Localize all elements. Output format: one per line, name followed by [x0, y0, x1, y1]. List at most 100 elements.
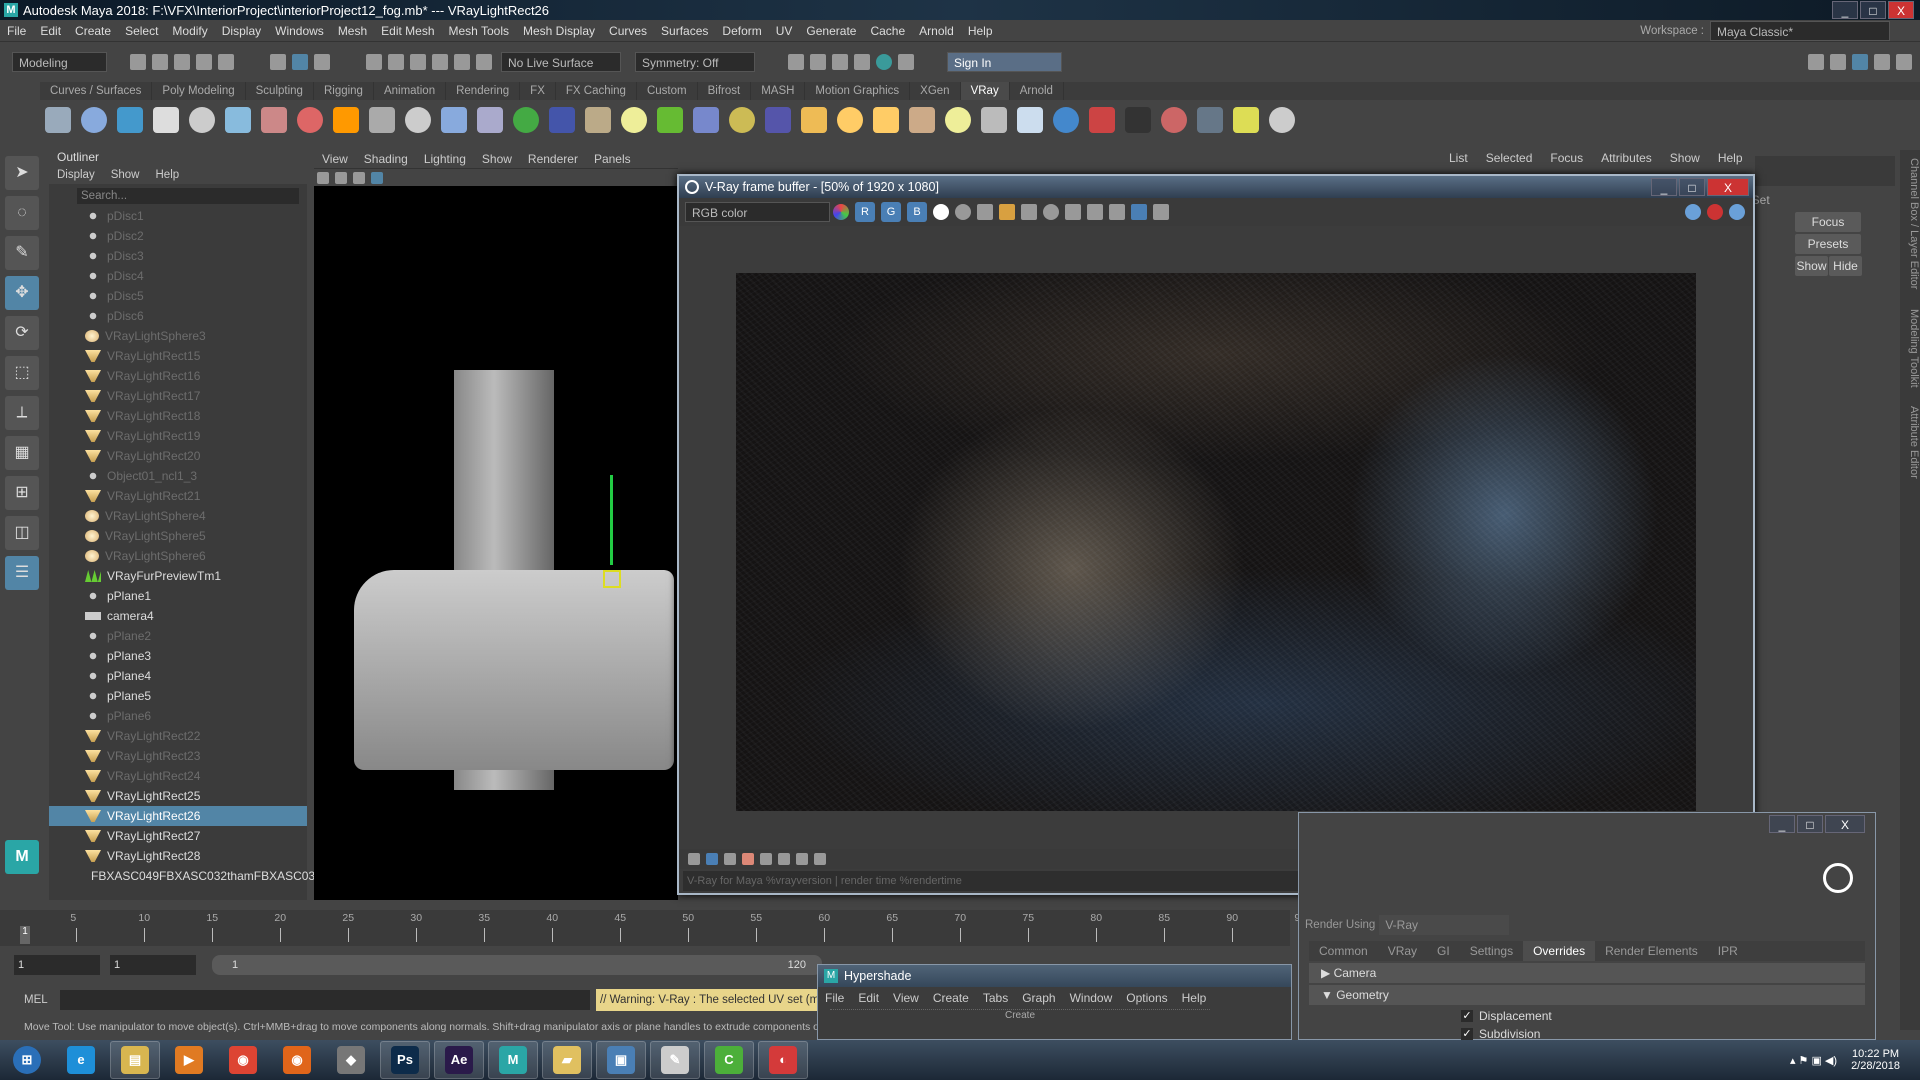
duplicate-icon[interactable]	[1065, 204, 1081, 220]
render-frame-icon[interactable]	[810, 54, 826, 70]
attr-menu-help[interactable]: Help	[1718, 151, 1743, 165]
viewport-menu-renderer[interactable]: Renderer	[528, 152, 578, 166]
grid-icon[interactable]	[335, 171, 347, 184]
vray-shelf-tool-icon[interactable]	[549, 107, 575, 133]
menu-surfaces[interactable]: Surfaces	[654, 24, 715, 38]
select-component-icon[interactable]	[314, 54, 330, 70]
outliner-item[interactable]: VRayLightRect20	[49, 446, 307, 466]
vray-shelf-tool-icon[interactable]	[405, 107, 431, 133]
vray-shelf-tool-icon[interactable]	[45, 107, 71, 133]
hypershade-menu-window[interactable]: Window	[1070, 987, 1113, 1009]
region-render-icon[interactable]	[1109, 204, 1125, 220]
vray-shelf-tool-icon[interactable]	[729, 107, 755, 133]
pause-icon[interactable]	[898, 54, 914, 70]
menu-display[interactable]: Display	[215, 24, 268, 38]
save-scene-icon[interactable]	[174, 54, 190, 70]
sign-in-button[interactable]: Sign In	[947, 52, 1062, 72]
taskbar-screen-app[interactable]: ▣	[596, 1041, 646, 1079]
taskbar-paint-app[interactable]: ✎	[650, 1041, 700, 1079]
render-settings-icon[interactable]	[854, 54, 870, 70]
vray-shelf-tool-icon[interactable]	[585, 107, 611, 133]
red-channel-button[interactable]: R	[855, 202, 875, 222]
checkbox-displacement[interactable]: ✓ Displacement	[1461, 1007, 1875, 1025]
outliner-item[interactable]: VRayLightSphere6	[49, 546, 307, 566]
menu-create[interactable]: Create	[68, 24, 118, 38]
menu-mesh-tools[interactable]: Mesh Tools	[442, 24, 516, 38]
shelf-tab-rendering[interactable]: Rendering	[446, 82, 521, 100]
clear-image-icon[interactable]	[1021, 204, 1037, 220]
vfb-minimize-button[interactable]: _	[1651, 178, 1677, 196]
shelf-tab-custom[interactable]: Custom	[637, 82, 698, 100]
vray-shelf-tool-icon[interactable]	[621, 107, 647, 133]
lens-effects-icon[interactable]	[706, 853, 718, 865]
shelf-tab-animation[interactable]: Animation	[374, 82, 447, 100]
two-view-icon[interactable]: ◫	[5, 516, 39, 550]
checkbox-checked[interactable]: ✓	[1461, 1028, 1473, 1040]
menu-arnold[interactable]: Arnold	[912, 24, 961, 38]
shelf-tab-mash[interactable]: MASH	[751, 82, 806, 100]
channel-box-icon[interactable]	[1896, 54, 1912, 70]
hypershade-menu-file[interactable]: File	[825, 987, 844, 1009]
outliner-item[interactable]: VRayLightRect24	[49, 766, 307, 786]
shelf-tab-fx[interactable]: FX	[520, 82, 556, 100]
rotate-tool-icon[interactable]: ⟳	[5, 316, 39, 350]
outliner-item[interactable]: VRayLightRect28	[49, 846, 307, 866]
outliner-item[interactable]: VRayLightSphere3	[49, 326, 307, 346]
menu-mesh-display[interactable]: Mesh Display	[516, 24, 602, 38]
green-channel-button[interactable]: G	[881, 202, 901, 222]
close-button[interactable]: X	[1888, 1, 1914, 19]
attr-menu-focus[interactable]: Focus	[1550, 151, 1583, 165]
select-hierarchy-icon[interactable]	[270, 54, 286, 70]
follow-mouse-icon[interactable]	[1087, 204, 1103, 220]
outliner-menu-help[interactable]: Help	[156, 169, 180, 181]
menu-file[interactable]: File	[0, 24, 33, 38]
hypershade-menu-create[interactable]: Create	[933, 987, 969, 1009]
taskbar-chrome[interactable]: ◉	[218, 1041, 268, 1079]
render-icon[interactable]	[1729, 204, 1745, 220]
render-using-dropdown[interactable]: V-Ray	[1379, 915, 1510, 935]
ipr-render-icon[interactable]	[832, 54, 848, 70]
hypershade-menu-edit[interactable]: Edit	[858, 987, 879, 1009]
tab-ipr[interactable]: IPR	[1708, 941, 1748, 961]
menu-cache[interactable]: Cache	[863, 24, 912, 38]
tab-attribute-editor[interactable]: Attribute Editor	[1908, 406, 1920, 479]
outliner-layout-icon[interactable]: ☰	[5, 556, 39, 590]
menu-generate[interactable]: Generate	[799, 24, 863, 38]
alpha-channel-icon[interactable]	[933, 204, 949, 220]
workspace-dropdown[interactable]: Maya Classic*	[1710, 20, 1890, 41]
color-correction-icon[interactable]	[742, 853, 754, 865]
maximize-button[interactable]: □	[1860, 1, 1886, 19]
vray-shelf-tool-icon[interactable]	[1233, 107, 1259, 133]
hypershade-icon[interactable]	[876, 54, 892, 70]
outliner-item[interactable]: pDisc5	[49, 286, 307, 306]
vray-shelf-tool-icon[interactable]	[441, 107, 467, 133]
outliner-item[interactable]: pDisc1	[49, 206, 307, 226]
outliner-item[interactable]: Object01_ncl1_3	[49, 466, 307, 486]
move-tool-icon[interactable]: ✥	[5, 276, 39, 310]
clock-time[interactable]: 10:22 PM	[1851, 1048, 1900, 1060]
taskbar-media-player[interactable]: ▶	[164, 1041, 214, 1079]
hypershade-menu-options[interactable]: Options	[1126, 987, 1167, 1009]
section-geometry[interactable]: ▼ Geometry	[1309, 985, 1865, 1005]
menu-mesh[interactable]: Mesh	[331, 24, 374, 38]
menu-deform[interactable]: Deform	[715, 24, 768, 38]
vray-shelf-tool-icon[interactable]	[81, 107, 107, 133]
single-view-icon[interactable]: ▦	[5, 436, 39, 470]
taskbar-red-app[interactable]: ◐	[758, 1041, 808, 1079]
outliner-search-input[interactable]: Search...	[77, 188, 299, 204]
mel-input[interactable]	[60, 990, 590, 1010]
viewport-menu-view[interactable]: View	[322, 152, 348, 166]
outliner-item[interactable]: pDisc3	[49, 246, 307, 266]
vfb-close-button[interactable]: X	[1707, 178, 1749, 196]
menu-edit-mesh[interactable]: Edit Mesh	[374, 24, 441, 38]
outliner-item[interactable]: VRayLightRect15	[49, 346, 307, 366]
taskbar-shield-app[interactable]: ◆	[326, 1041, 376, 1079]
shelf-tab-poly-modeling[interactable]: Poly Modeling	[152, 82, 246, 100]
hypershade-title-bar[interactable]: M Hypershade	[818, 965, 1291, 987]
tab-render-elements[interactable]: Render Elements	[1595, 941, 1708, 961]
vray-shelf-tool-icon[interactable]	[297, 107, 323, 133]
vray-shelf-tool-icon[interactable]	[1197, 107, 1223, 133]
hsl-icon[interactable]	[760, 853, 772, 865]
outliner-item[interactable]: VRayLightSphere5	[49, 526, 307, 546]
curve-icon[interactable]	[796, 853, 808, 865]
